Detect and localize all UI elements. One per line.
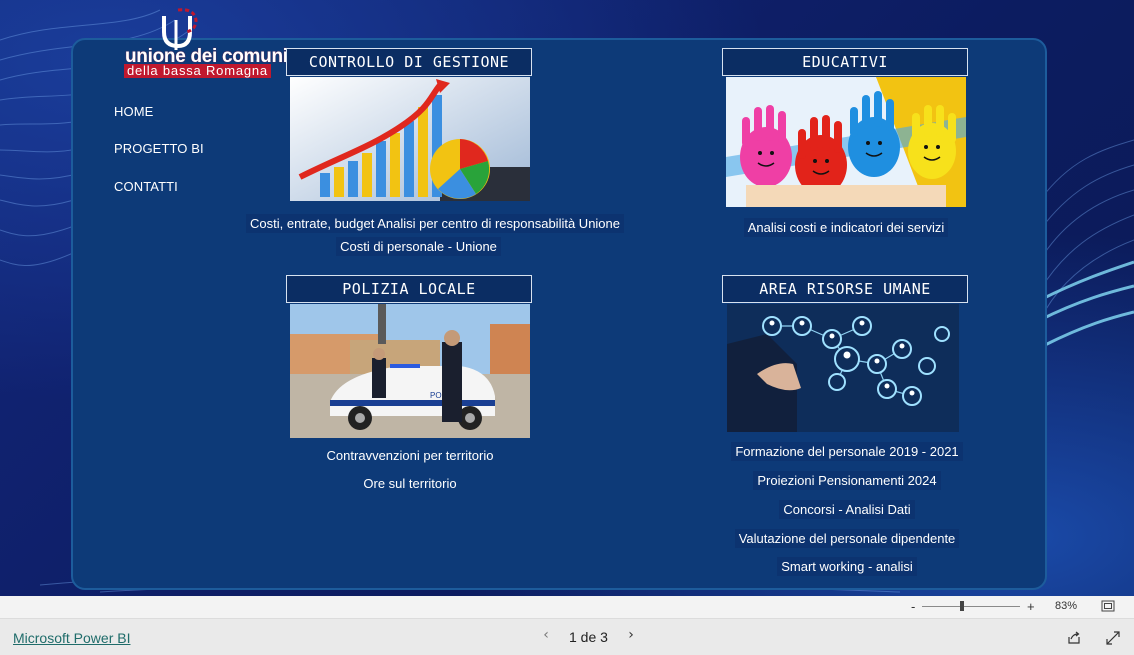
logo-u-icon bbox=[162, 8, 198, 50]
link-analisi-costi-servizi[interactable]: Analisi costi e indicatori dei servizi bbox=[726, 218, 966, 237]
polizia-car-image[interactable]: POLIZIA bbox=[290, 304, 530, 438]
link-ore-territorio[interactable]: Ore sul territorio bbox=[290, 476, 530, 491]
zoom-slider[interactable] bbox=[922, 606, 1020, 607]
nav-home[interactable]: HOME bbox=[114, 104, 153, 119]
risorse-network-image[interactable] bbox=[727, 304, 959, 432]
controllo-chart-image[interactable] bbox=[290, 77, 530, 201]
link-smart-working[interactable]: Smart working - analisi bbox=[727, 557, 967, 576]
zoom-bar: - + 83% bbox=[0, 596, 1134, 619]
page-indicator: 1 de 3 bbox=[569, 629, 608, 645]
link-proiezioni-pensionamenti[interactable]: Proiezioni Pensionamenti 2024 bbox=[727, 471, 967, 490]
fit-to-page-icon[interactable] bbox=[1101, 600, 1115, 612]
tile-title-risorse-umane[interactable]: AREA RISORSE UMANE bbox=[722, 275, 968, 303]
tile-title-polizia[interactable]: POLIZIA LOCALE bbox=[286, 275, 532, 303]
nav-progetto-bi[interactable]: PROGETTO BI bbox=[114, 141, 204, 156]
unione-logo: unione dei comuni della bassa Romagna bbox=[120, 6, 288, 78]
zoom-slider-thumb[interactable] bbox=[960, 601, 964, 611]
nav-contatti[interactable]: CONTATTI bbox=[114, 179, 178, 194]
report-canvas: unione dei comuni della bassa Romagna HO… bbox=[0, 0, 1134, 597]
zoom-in-button[interactable]: + bbox=[1027, 599, 1035, 614]
educativi-hands-image[interactable] bbox=[726, 77, 966, 207]
link-costi-personale[interactable]: Costi di personale - Unione bbox=[246, 237, 591, 256]
prev-page-icon[interactable]: ‹ bbox=[538, 627, 554, 645]
link-formazione-personale[interactable]: Formazione del personale 2019 - 2021 bbox=[727, 442, 967, 461]
share-icon[interactable] bbox=[1067, 631, 1081, 645]
fullscreen-icon[interactable] bbox=[1106, 631, 1120, 645]
powerbi-footer: Microsoft Power BI ‹ 1 de 3 › bbox=[0, 619, 1134, 655]
link-contravvenzioni[interactable]: Contravvenzioni per territorio bbox=[290, 448, 530, 463]
tile-title-educativi[interactable]: EDUCATIVI bbox=[722, 48, 968, 76]
link-valutazione-personale[interactable]: Valutazione del personale dipendente bbox=[727, 529, 967, 548]
link-costi-entrate[interactable]: Costi, entrate, budget Analisi per centr… bbox=[246, 214, 624, 233]
logo-text-line2: della bassa Romagna bbox=[124, 64, 271, 78]
powerbi-link[interactable]: Microsoft Power BI bbox=[13, 630, 130, 646]
zoom-out-button[interactable]: - bbox=[911, 599, 915, 614]
next-page-icon[interactable]: › bbox=[623, 627, 639, 645]
link-concorsi[interactable]: Concorsi - Analisi Dati bbox=[727, 500, 967, 519]
tile-title-controllo[interactable]: CONTROLLO DI GESTIONE bbox=[286, 48, 532, 76]
zoom-level: 83% bbox=[1055, 600, 1078, 612]
